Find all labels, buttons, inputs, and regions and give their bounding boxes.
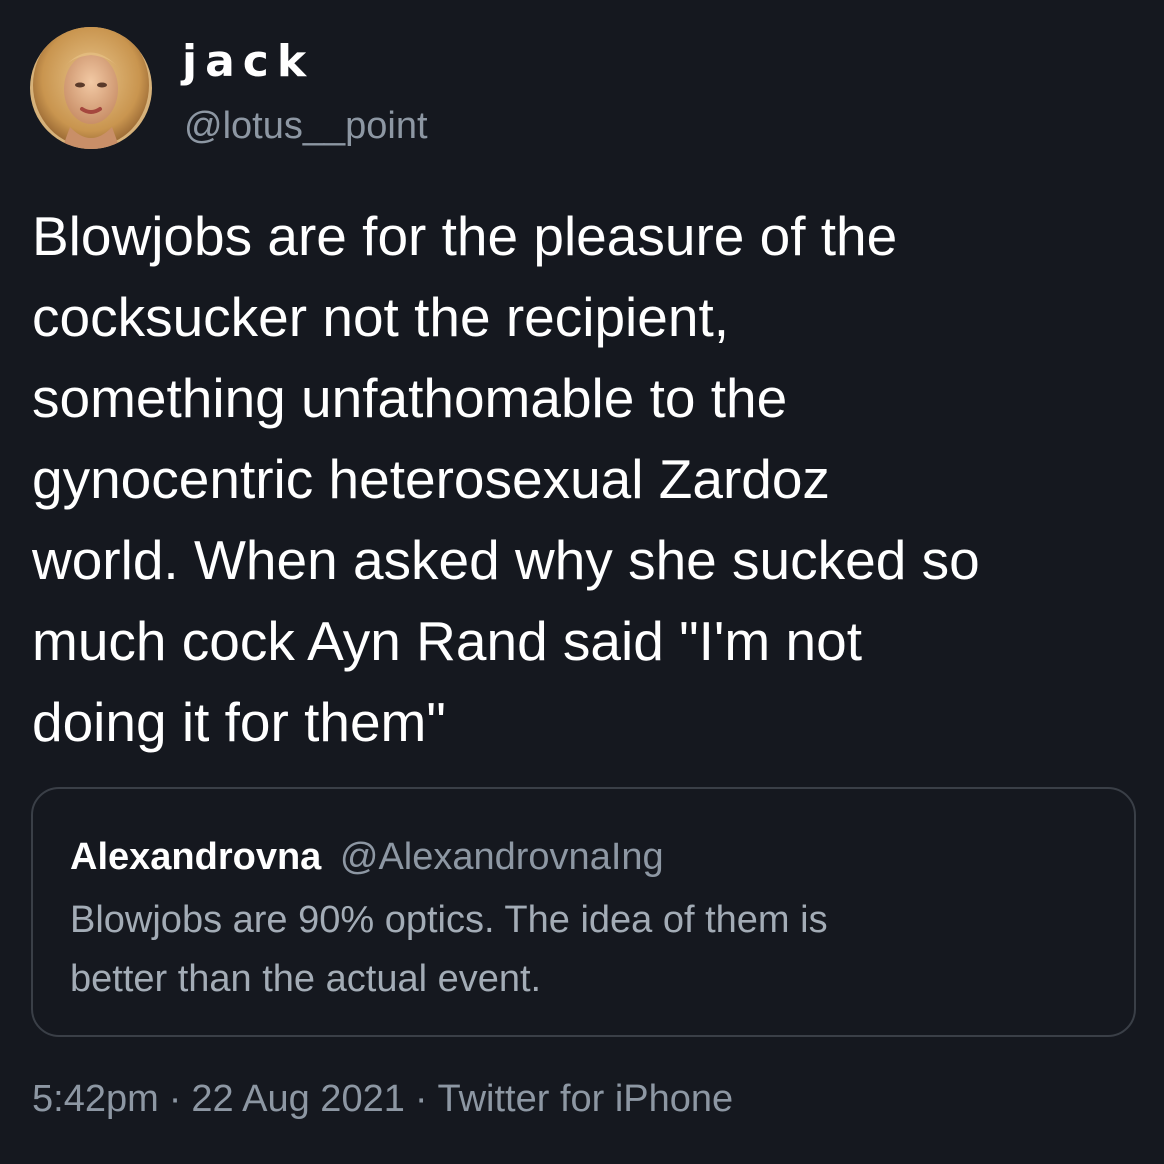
quoted-text-line: Blowjobs are 90% optics. The idea of the… xyxy=(70,899,828,941)
tweet-text-line: Blowjobs are for the pleasure of the xyxy=(32,205,898,267)
tweet-text-line: something unfathomable to the xyxy=(32,367,788,429)
author-handle[interactable]: @lotus__point xyxy=(184,102,428,150)
tweet-date[interactable]: 22 Aug 2021 xyxy=(191,1078,404,1120)
separator: · xyxy=(414,1078,428,1120)
tweet-source[interactable]: Twitter for iPhone xyxy=(438,1078,734,1120)
separator: · xyxy=(168,1078,182,1120)
tweet-text-line: gynocentric heterosexual Zardoz xyxy=(32,448,830,510)
profile-photo-icon xyxy=(30,27,152,149)
avatar[interactable] xyxy=(30,27,152,149)
tweet-metadata: 5:42pm · 22 Aug 2021 · Twitter for iPhone xyxy=(32,1074,733,1124)
tweet-time[interactable]: 5:42pm xyxy=(32,1078,159,1120)
tweet-text-line: doing it for them" xyxy=(32,691,446,753)
author-display-name[interactable]: jack xyxy=(182,34,314,90)
quoted-tweet-text: Blowjobs are 90% optics. The idea of the… xyxy=(70,891,1110,1009)
tweet-text-line: cocksucker not the recipient, xyxy=(32,286,730,348)
quoted-author-handle: @AlexandrovnaIng xyxy=(339,836,664,878)
quoted-tweet-card[interactable]: Alexandrovna @AlexandrovnaIng Blowjobs a… xyxy=(31,787,1136,1037)
tweet-text-line: much cock Ayn Rand said "I'm not xyxy=(32,610,862,672)
quoted-text-line: better than the actual event. xyxy=(70,958,542,1000)
tweet-text: Blowjobs are for the pleasure of the coc… xyxy=(32,196,1152,763)
tweet-text-line: world. When asked why she sucked so xyxy=(32,529,980,591)
quoted-author-name: Alexandrovna xyxy=(70,836,322,878)
quoted-tweet-header: Alexandrovna @AlexandrovnaIng xyxy=(70,833,664,881)
tweet-card: jack @lotus__point Blowjobs are for the … xyxy=(0,0,1164,1164)
